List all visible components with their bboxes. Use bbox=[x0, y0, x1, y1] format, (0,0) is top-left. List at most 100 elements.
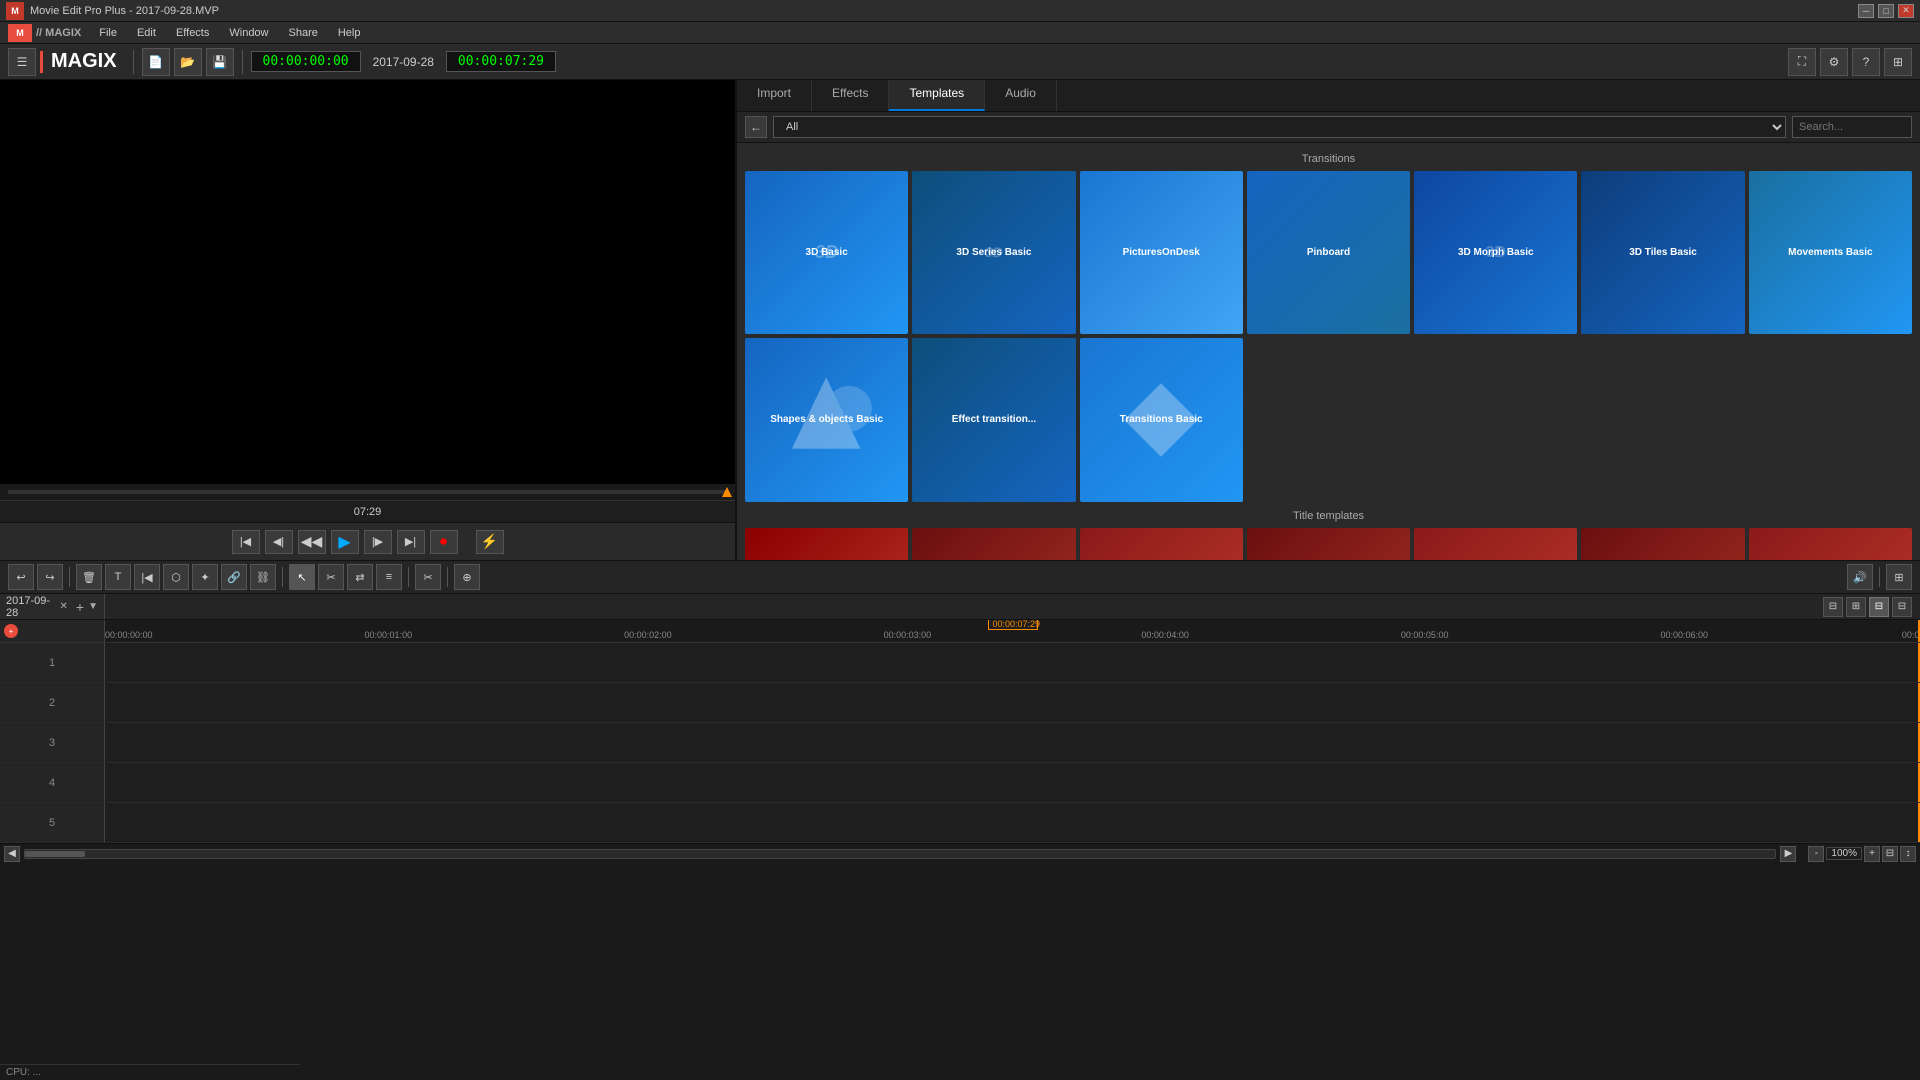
track-content-2[interactable] bbox=[105, 683, 1920, 722]
grid-button[interactable]: ⊞ bbox=[1886, 564, 1912, 590]
tile-3d-animation[interactable]: 3D 3D Animation Basic bbox=[1749, 528, 1912, 560]
track-content-4[interactable] bbox=[105, 763, 1920, 802]
scroll-right-button[interactable]: ▶ bbox=[1780, 846, 1796, 862]
select-tool[interactable]: ↖ bbox=[289, 564, 315, 590]
tile-label: PicturesOnDesk bbox=[1123, 247, 1200, 259]
tile-picturesondesk[interactable]: PicturesOnDesk bbox=[1080, 171, 1243, 334]
tile-3d-basic[interactable]: 3D 3D Basic bbox=[745, 171, 908, 334]
next-marker-button[interactable]: |▶ bbox=[364, 530, 392, 554]
menu-file[interactable]: File bbox=[89, 25, 127, 41]
tile-captions-basic[interactable]: Captions Basic bbox=[1247, 528, 1410, 560]
tile-subtitles-basic[interactable]: Subtitles Basic bbox=[1080, 528, 1243, 560]
preview-progress-container[interactable] bbox=[0, 484, 735, 500]
tile-3d-morph[interactable]: 3D 3D Morph Basic bbox=[1414, 171, 1577, 334]
track-content-5[interactable] bbox=[105, 803, 1920, 842]
play-button[interactable]: ▶ bbox=[331, 530, 359, 554]
ripple-tool[interactable]: ≡ bbox=[376, 564, 402, 590]
timeline-scrollbar[interactable] bbox=[24, 849, 1776, 859]
multi-view-button[interactable]: ⊟ bbox=[1869, 597, 1889, 617]
fit-to-window-button[interactable]: ⊟ bbox=[1882, 846, 1898, 862]
settings-view-button[interactable]: ⊟ bbox=[1892, 597, 1912, 617]
record-button[interactable]: ⏺ bbox=[430, 530, 458, 554]
special-mode-button[interactable]: ⚡ bbox=[476, 530, 504, 554]
effects-button2[interactable]: ✦ bbox=[192, 564, 218, 590]
tab-import[interactable]: Import bbox=[737, 80, 812, 111]
ruler-mark-1: 00:00:01:00 bbox=[365, 630, 413, 640]
razor-tool[interactable]: ✂ bbox=[318, 564, 344, 590]
fullscreen-button[interactable]: ⛶ bbox=[1788, 48, 1816, 76]
tile-label: 3D Basic bbox=[806, 247, 848, 259]
tile-opening-closing[interactable]: Opening/ Closing credit... bbox=[912, 528, 1075, 560]
save-button[interactable]: 💾 bbox=[206, 48, 234, 76]
step-back-button[interactable]: ◀◀ bbox=[298, 530, 326, 554]
track-content-1[interactable] bbox=[105, 643, 1920, 682]
menu-edit[interactable]: Edit bbox=[127, 25, 166, 41]
timecode-left[interactable]: 00:00:00:00 bbox=[251, 51, 361, 72]
timeline-ruler[interactable]: 00:00:00:00 00:00:01:00 00:00:02:00 00:0… bbox=[105, 620, 1920, 642]
insert-button[interactable]: ⊕ bbox=[454, 564, 480, 590]
ruler-mark-6: 00:00:06:00 bbox=[1660, 630, 1708, 640]
zoom-audio-button[interactable]: ↕ bbox=[1900, 846, 1916, 862]
window-title: Movie Edit Pro Plus - 2017-09-28.MVP bbox=[30, 5, 1858, 17]
maximize-button[interactable]: □ bbox=[1878, 4, 1894, 18]
timeline-view-button[interactable]: ⊞ bbox=[1846, 597, 1866, 617]
filter-dropdown[interactable]: All bbox=[773, 116, 1786, 138]
hamburger-menu-button[interactable]: ☰ bbox=[8, 48, 36, 76]
tab-audio[interactable]: Audio bbox=[985, 80, 1057, 111]
cut-button[interactable]: ✂ bbox=[415, 564, 441, 590]
transition-button[interactable]: ⬡ bbox=[163, 564, 189, 590]
tile-3d-tiles[interactable]: 3D Tiles Basic bbox=[1581, 171, 1744, 334]
unlink-button[interactable]: ⛓ bbox=[250, 564, 276, 590]
tile-shapes-objects[interactable]: Shapes & objects Basic bbox=[745, 338, 908, 501]
edit-toolbar: ↩ ↪ 🗑 T |◀ ⬡ ✦ 🔗 ⛓ ↖ ✂ ⇄ ≡ ✂ ⊕ 🔊 ⊞ bbox=[0, 560, 1920, 594]
open-button[interactable]: 📂 bbox=[174, 48, 202, 76]
timecode-right[interactable]: 00:00:07:29 bbox=[446, 51, 556, 72]
tab-effects[interactable]: Effects bbox=[812, 80, 889, 111]
tile-movement-basic[interactable]: Movement Basic bbox=[1414, 528, 1577, 560]
timeline-close[interactable]: ✕ bbox=[60, 601, 68, 612]
add-track-button[interactable]: + bbox=[4, 624, 18, 638]
menu-effects[interactable]: Effects bbox=[166, 25, 219, 41]
volume-button[interactable]: 🔊 bbox=[1847, 564, 1873, 590]
scroll-left-button[interactable]: ◀ bbox=[4, 846, 20, 862]
add-timeline-button[interactable]: + bbox=[76, 599, 84, 615]
redo-button[interactable]: ↪ bbox=[37, 564, 63, 590]
help-button[interactable]: ? bbox=[1852, 48, 1880, 76]
tile-my-own[interactable]: My Own bbox=[1581, 528, 1744, 560]
tile-effect-transition[interactable]: Effect transition... bbox=[912, 338, 1075, 501]
minimize-button[interactable]: ─ bbox=[1858, 4, 1874, 18]
tile-fonts-basic[interactable]: A Fonts Basic bbox=[745, 528, 908, 560]
zoom-out-button[interactable]: - bbox=[1808, 846, 1824, 862]
settings-button[interactable]: ⚙ bbox=[1820, 48, 1848, 76]
close-button[interactable]: ✕ bbox=[1898, 4, 1914, 18]
track-content-3[interactable] bbox=[105, 723, 1920, 762]
logo-text: MAGIX bbox=[51, 50, 117, 73]
tile-3d-series[interactable]: 3D 3D Series Basic bbox=[912, 171, 1075, 334]
storyboard-view-button[interactable]: ⊟ bbox=[1823, 597, 1843, 617]
track-label-2: 2 bbox=[0, 683, 105, 722]
text-button[interactable]: T bbox=[105, 564, 131, 590]
timeline-menu-button[interactable]: ▼ bbox=[88, 601, 98, 612]
go-end-button[interactable]: ▶| bbox=[397, 530, 425, 554]
preview-time: 07:29 bbox=[354, 506, 382, 518]
go-start-button[interactable]: |◀ bbox=[232, 530, 260, 554]
new-project-button[interactable]: 📄 bbox=[142, 48, 170, 76]
menu-window[interactable]: Window bbox=[219, 25, 278, 41]
tile-movements[interactable]: Movements Basic bbox=[1749, 171, 1912, 334]
expand-button[interactable]: ⊞ bbox=[1884, 48, 1912, 76]
delete-button[interactable]: 🗑 bbox=[76, 564, 102, 590]
undo-button[interactable]: ↩ bbox=[8, 564, 34, 590]
slip-tool[interactable]: ⇄ bbox=[347, 564, 373, 590]
back-button[interactable]: ← bbox=[745, 116, 767, 138]
tile-pinboard[interactable]: Pinboard bbox=[1247, 171, 1410, 334]
tab-templates[interactable]: Templates bbox=[889, 80, 985, 111]
scrubber[interactable] bbox=[8, 490, 727, 494]
menu-help[interactable]: Help bbox=[328, 25, 371, 41]
tile-transitions-basic[interactable]: Transitions Basic bbox=[1080, 338, 1243, 501]
prev-marker-button[interactable]: ◀| bbox=[265, 530, 293, 554]
search-input[interactable] bbox=[1792, 116, 1912, 138]
link-button[interactable]: 🔗 bbox=[221, 564, 247, 590]
menu-share[interactable]: Share bbox=[279, 25, 328, 41]
split-button[interactable]: |◀ bbox=[134, 564, 160, 590]
zoom-in-button[interactable]: + bbox=[1864, 846, 1880, 862]
